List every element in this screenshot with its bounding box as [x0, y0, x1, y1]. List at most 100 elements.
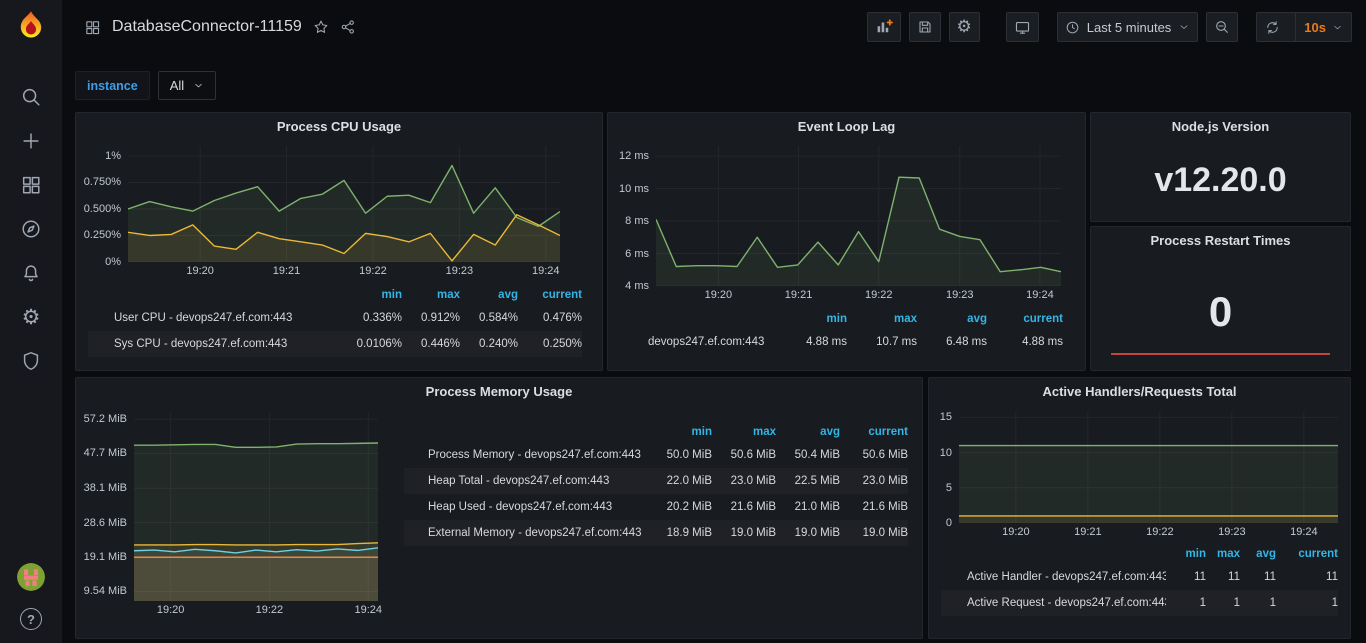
series-name[interactable]: Process Memory - devops247.ef.com:443 [428, 449, 648, 461]
legend-row[interactable]: External Memory - devops247.ef.com:44318… [404, 520, 908, 546]
legend-col-current[interactable]: current [518, 289, 582, 301]
y-axis-tick: 0.750% [84, 176, 121, 188]
legend-value: 21.6 MiB [840, 501, 908, 513]
y-axis-tick: 15 [940, 411, 952, 423]
legend-row[interactable]: Heap Total - devops247.ef.com:44322.0 Mi… [404, 468, 908, 494]
legend-row[interactable]: Active Request - devops247.ef.com:443111… [941, 590, 1338, 616]
dashboard-settings-button[interactable]: ⚙ [949, 12, 980, 42]
x-axis-tick: 19:21 [785, 289, 813, 301]
legend-row[interactable]: User CPU - devops247.ef.com:4430.336%0.9… [88, 305, 582, 331]
legend-col-min[interactable]: min [777, 313, 847, 325]
legend-col-avg[interactable]: avg [1240, 548, 1276, 560]
dashboards-icon[interactable] [0, 163, 62, 207]
y-axis-tick: 0.500% [84, 203, 121, 215]
legend-col-min[interactable]: min [1166, 548, 1206, 560]
legend-value: 22.0 MiB [648, 475, 712, 487]
series-name[interactable]: User CPU - devops247.ef.com:443 [114, 312, 344, 324]
save-dashboard-button[interactable] [909, 12, 941, 42]
variable-value-dropdown[interactable]: All [158, 71, 216, 100]
legend-value: 50.6 MiB [840, 449, 908, 461]
share-icon[interactable] [340, 19, 356, 35]
explore-compass-icon[interactable] [0, 207, 62, 251]
zoom-out-time-button[interactable] [1206, 12, 1238, 42]
series-name[interactable]: Active Handler - devops247.ef.com:443 [967, 571, 1166, 583]
alerting-bell-icon[interactable] [0, 251, 62, 295]
series-name[interactable]: Heap Total - devops247.ef.com:443 [428, 475, 648, 487]
legend-col-avg[interactable]: avg [917, 313, 987, 325]
legend-value: 19.0 MiB [776, 527, 840, 539]
legend-col-max[interactable]: max [847, 313, 917, 325]
memory-legend: minmaxavgcurrentProcess Memory - devops2… [378, 421, 922, 618]
legend-col-max[interactable]: max [712, 426, 776, 438]
panel-title[interactable]: Process Memory Usage [76, 378, 922, 405]
legend-row[interactable]: Process Memory - devops247.ef.com:44350.… [404, 442, 908, 468]
x-axis-tick: 19:24 [354, 604, 382, 616]
x-axis-tick: 19:23 [946, 289, 974, 301]
legend-row[interactable]: Active Handler - devops247.ef.com:443111… [941, 564, 1338, 590]
legend-value: 0.912% [402, 312, 460, 324]
series-name[interactable]: devops247.ef.com:443 [648, 336, 777, 348]
legend-col-current[interactable]: current [987, 313, 1063, 325]
series-name[interactable]: Sys CPU - devops247.ef.com:443 [114, 338, 344, 350]
sidebar: ⚙ ? [0, 0, 62, 643]
series-name[interactable]: Heap Used - devops247.ef.com:443 [428, 501, 648, 513]
cpu-legend: minmaxavgcurrent User CPU - devops247.ef.… [76, 284, 602, 357]
refresh-icon[interactable] [1257, 13, 1288, 41]
star-icon[interactable] [313, 19, 329, 35]
legend-value: 6.48 ms [917, 336, 987, 348]
legend-value: 1 [1206, 597, 1240, 609]
y-axis-tick: 5 [946, 482, 952, 494]
y-axis-tick: 1% [105, 150, 121, 162]
x-axis-tick: 19:20 [186, 265, 214, 277]
legend-col-avg[interactable]: avg [776, 426, 840, 438]
legend-value: 0.250% [518, 338, 582, 350]
y-axis-tick: 0% [105, 256, 121, 268]
legend-row[interactable]: devops247.ef.com:4434.88 ms10.7 ms6.48 m… [622, 329, 1063, 355]
refresh-interval-dropdown[interactable]: 10s [1295, 13, 1351, 41]
y-axis-tick: 9.54 MiB [84, 585, 127, 597]
panel-title[interactable]: Process CPU Usage [76, 113, 602, 140]
user-avatar[interactable] [17, 563, 45, 591]
legend-value: 11 [1276, 571, 1338, 583]
legend-value: 23.0 MiB [712, 475, 776, 487]
legend-value: 11 [1166, 571, 1206, 583]
legend-col-avg[interactable]: avg [460, 289, 518, 301]
panel-title[interactable]: Node.js Version [1091, 113, 1350, 140]
panel-process-memory-usage: Process Memory Usage 57.2 MiB47.7 MiB38.… [75, 377, 923, 639]
legend-value: 50.0 MiB [648, 449, 712, 461]
toolbar: ⚙ Last 5 minutes 10s [867, 12, 1353, 42]
panel-nodejs-version: Node.js Version v12.20.0 [1090, 112, 1351, 222]
legend-col-min[interactable]: min [648, 426, 712, 438]
legend-col-min[interactable]: min [344, 289, 402, 301]
panel-title[interactable]: Active Handlers/Requests Total [929, 378, 1350, 405]
cycle-view-tv-button[interactable] [1006, 12, 1039, 42]
time-range-picker[interactable]: Last 5 minutes [1057, 12, 1199, 42]
legend-col-current[interactable]: current [1276, 548, 1338, 560]
create-add-icon[interactable] [0, 119, 62, 163]
lag-legend: minmaxavgcurrent devops247.ef.com:4434.88… [608, 308, 1085, 355]
legend-value: 1 [1276, 597, 1338, 609]
panel-title[interactable]: Process Restart Times [1091, 227, 1350, 254]
y-axis-tick: 0 [946, 517, 952, 529]
server-admin-shield-icon[interactable] [0, 339, 62, 383]
grafana-logo[interactable] [13, 9, 49, 45]
search-icon[interactable] [0, 75, 62, 119]
configuration-gear-icon[interactable]: ⚙ [0, 295, 62, 339]
x-axis-tick: 19:22 [256, 604, 284, 616]
legend-row[interactable]: Heap Used - devops247.ef.com:44320.2 MiB… [404, 494, 908, 520]
y-axis-tick: 4 ms [625, 280, 649, 292]
legend-row[interactable]: Sys CPU - devops247.ef.com:4430.0106%0.4… [88, 331, 582, 357]
panel-title[interactable]: Event Loop Lag [608, 113, 1085, 140]
legend-col-max[interactable]: max [1206, 548, 1240, 560]
legend-value: 19.0 MiB [712, 527, 776, 539]
legend-header-row: minmaxavgcurrent [404, 421, 908, 442]
x-axis-tick: 19:24 [532, 265, 560, 277]
apps-grid-icon[interactable] [84, 19, 101, 36]
series-name[interactable]: Active Request - devops247.ef.com:443 [967, 597, 1166, 609]
help-icon[interactable]: ? [0, 599, 62, 639]
legend-col-max[interactable]: max [402, 289, 460, 301]
add-panel-button[interactable] [867, 12, 901, 42]
dashboard-title[interactable]: DatabaseConnector-11159 [112, 18, 302, 36]
series-name[interactable]: External Memory - devops247.ef.com:443 [428, 527, 648, 539]
legend-col-current[interactable]: current [840, 426, 908, 438]
